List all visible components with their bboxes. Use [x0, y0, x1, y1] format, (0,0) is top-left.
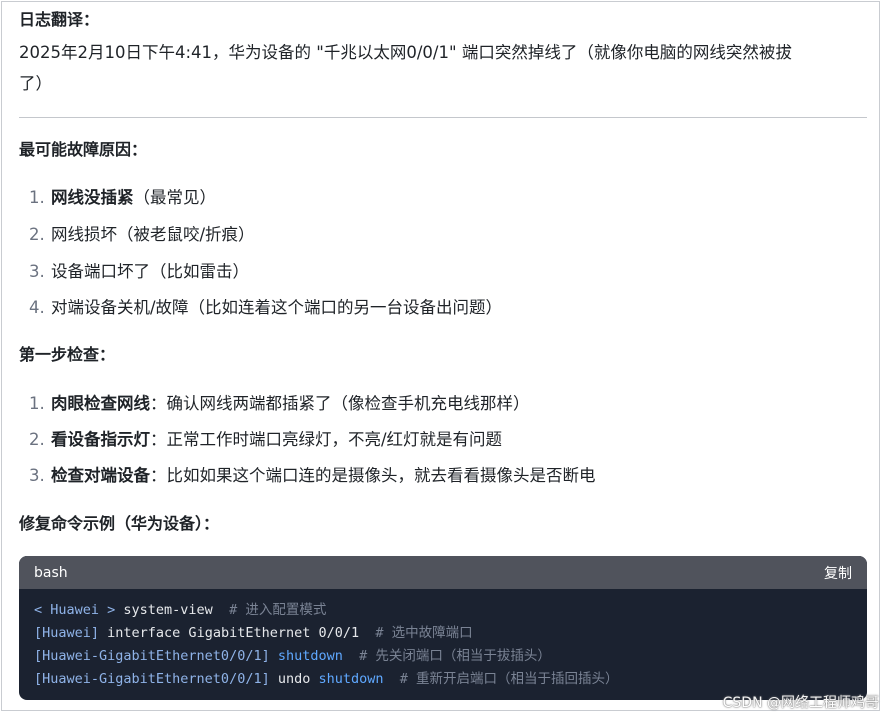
code-line: < Huawei > system-view # 进入配置模式 — [34, 602, 327, 618]
code-line: [Huawei-GigabitEthernet0/0/1] shutdown #… — [34, 648, 551, 664]
list-item: 3. 设备端口坏了（比如雷击） — [29, 262, 249, 281]
steps-heading: 第一步检查： — [19, 345, 116, 364]
log-text-line2: 了） — [19, 74, 52, 93]
list-item: 2. 网线损坏（被老鼠咬/折痕） — [29, 225, 255, 244]
causes-heading: 最可能故障原因： — [19, 140, 148, 159]
list-item: 4. 对端设备关机/故障（比如连着这个端口的另一台设备出问题） — [29, 298, 503, 317]
list-item: 3. 检查对端设备：比如如果这个端口连的是摄像头，就去看看摄像头是否断电 — [29, 466, 596, 485]
divider — [19, 117, 867, 118]
repair-heading: 修复命令示例（华为设备）： — [19, 514, 220, 533]
list-item: 1. 网线没插紧（最常见） — [29, 188, 216, 207]
code-header: bash 复制 — [19, 556, 867, 589]
code-line: [Huawei] interface GigabitEthernet 0/0/1… — [34, 625, 473, 641]
code-body: < Huawei > system-view # 进入配置模式 [Huawei] … — [19, 589, 867, 691]
list-item: 2. 看设备指示灯：正常工作时端口亮绿灯，不亮/红灯就是有问题 — [29, 430, 503, 449]
log-text-line1: 2025年2月10日下午4:41，华为设备的 "千兆以太网0/0/1" 端口突然… — [19, 43, 792, 62]
code-language-label: bash — [34, 564, 68, 581]
copy-button[interactable]: 复制 — [824, 563, 852, 583]
log-heading: 日志翻译： — [19, 10, 100, 29]
watermark: CSDN @网络工程师鸡哥 — [722, 695, 879, 711]
list-item: 1. 肉眼检查网线：确认网线两端都插紧了（像检查手机充电线那样） — [29, 394, 530, 413]
code-line: [Huawei-GigabitEthernet0/0/1] undo shutd… — [34, 671, 619, 687]
code-block: bash 复制 < Huawei > system-view # 进入配置模式 [… — [19, 556, 867, 700]
